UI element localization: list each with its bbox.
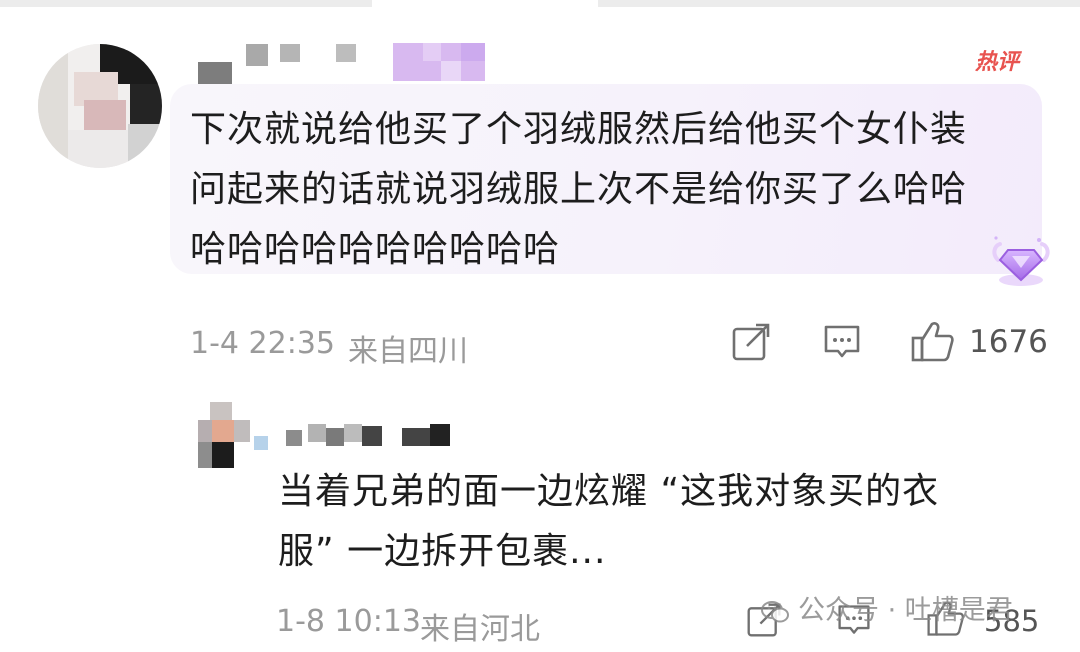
gem-icon	[992, 236, 1050, 286]
comment-text-line: 问起来的话就说羽绒服上次不是给你买了么哈哈	[190, 169, 968, 210]
wechat-icon	[761, 600, 789, 622]
reply-text: 当着兄弟的面一边炫耀 “这我对象买的衣 服” 一边拆开包裹...	[278, 462, 1038, 582]
reply-avatar[interactable]	[198, 402, 268, 468]
comment-timestamp: 1-4 22:35	[190, 326, 335, 361]
comment-location: 来自四川	[348, 334, 468, 369]
reply-text-line: 当着兄弟的面一边炫耀 “这我对象买的衣	[278, 471, 940, 512]
hot-comment-badge: 热评	[975, 50, 1020, 75]
comment-text: 下次就说给他买了个羽绒服然后给他买个女仆装 问起来的话就说羽绒服上次不是给你买了…	[190, 100, 1040, 280]
comment-text-line: 哈哈哈哈哈哈哈哈哈哈	[190, 229, 561, 270]
watermark-text: 公众号 · 吐槽是君	[798, 595, 1013, 626]
comment-icon[interactable]	[822, 322, 862, 362]
avatar[interactable]	[38, 44, 162, 168]
watermark: 公众号 · 吐槽是君	[760, 588, 1013, 627]
reply-location: 来自河北	[420, 612, 540, 647]
reply-timestamp: 1-8 10:13	[276, 604, 421, 639]
user-badge-blurred	[393, 43, 485, 81]
comment-text-line: 下次就说给他买了个羽绒服然后给他买个女仆装	[190, 109, 968, 150]
top-divider	[0, 0, 1080, 8]
reply-username-blurred[interactable]	[286, 424, 450, 446]
like-count: 1676	[969, 324, 1048, 360]
share-icon[interactable]	[731, 322, 771, 362]
like-icon[interactable]	[910, 318, 956, 364]
reply-text-line: 服” 一边拆开包裹...	[278, 531, 607, 572]
